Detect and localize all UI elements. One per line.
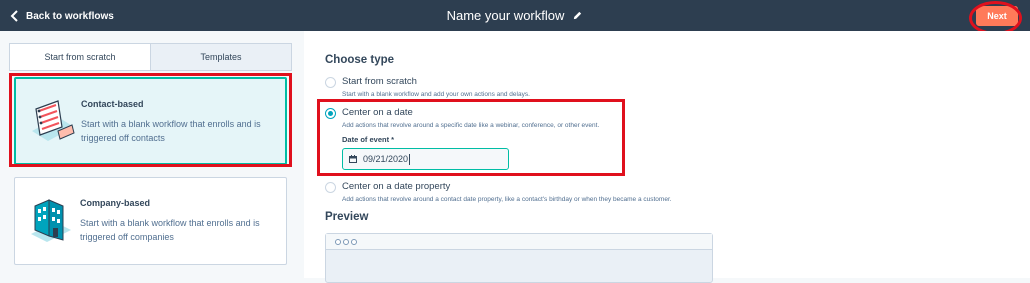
- pencil-edit-icon[interactable]: [572, 10, 583, 21]
- tab-templates[interactable]: Templates: [151, 44, 291, 70]
- browser-dot-icon: [343, 238, 349, 245]
- next-button[interactable]: Next: [976, 6, 1018, 26]
- contact-list-illustration-icon: [32, 100, 75, 141]
- card-description: Start with a blank workflow that enrolls…: [80, 218, 260, 242]
- browser-toolbar: [326, 234, 712, 250]
- option-description: Add actions that revolve around a specif…: [342, 122, 600, 129]
- option-label: Center on a date property: [342, 181, 451, 192]
- choose-type-heading: Choose type: [325, 54, 395, 66]
- workflow-title-area: Name your workflow: [0, 0, 1030, 31]
- preview-heading: Preview: [325, 211, 369, 223]
- date-of-event-label: Date of event *: [342, 135, 395, 144]
- calendar-icon: [349, 155, 357, 163]
- option-description: Add actions that revolve around a contac…: [342, 196, 672, 203]
- top-navigation-bar: Back to workflows Name your workflow Nex…: [0, 0, 1030, 31]
- option-center-on-a-date[interactable]: Center on a date Add actions that revolv…: [325, 107, 599, 131]
- company-based-card[interactable]: Company-based Start with a blank workflo…: [14, 177, 287, 265]
- workflow-title[interactable]: Name your workflow: [447, 8, 565, 23]
- back-link-label: Back to workflows: [26, 10, 114, 22]
- date-of-event-input[interactable]: 09/21/2020: [342, 148, 509, 170]
- workflow-source-tabs: Start from scratch Templates: [9, 43, 292, 71]
- back-to-workflows-link[interactable]: Back to workflows: [10, 8, 114, 24]
- option-label: Start from scratch: [342, 76, 417, 87]
- text-cursor: [409, 153, 411, 165]
- building-illustration-icon: [31, 199, 71, 242]
- radio-start-from-scratch[interactable]: [325, 77, 336, 88]
- browser-dot-icon: [351, 238, 357, 245]
- preview-browser-frame: [325, 233, 713, 283]
- card-title: Company-based: [80, 198, 151, 208]
- option-start-from-scratch[interactable]: Start from scratch Start with a blank wo…: [325, 76, 530, 100]
- option-label: Center on a date: [342, 107, 413, 118]
- radio-center-on-a-date[interactable]: [325, 108, 336, 119]
- radio-center-on-a-date-property[interactable]: [325, 182, 336, 193]
- option-center-on-a-date-property[interactable]: Center on a date property Add actions th…: [325, 181, 672, 205]
- chevron-left-icon: [10, 10, 18, 22]
- card-title: Contact-based: [81, 99, 144, 109]
- option-description: Start with a blank workflow and add your…: [342, 91, 530, 98]
- card-description: Start with a blank workflow that enrolls…: [81, 119, 261, 143]
- browser-dot-icon: [335, 238, 341, 245]
- tab-start-from-scratch[interactable]: Start from scratch: [10, 44, 151, 70]
- date-value: 09/21/2020: [363, 154, 409, 164]
- contact-based-card[interactable]: Contact-based Start with a blank workflo…: [14, 77, 287, 165]
